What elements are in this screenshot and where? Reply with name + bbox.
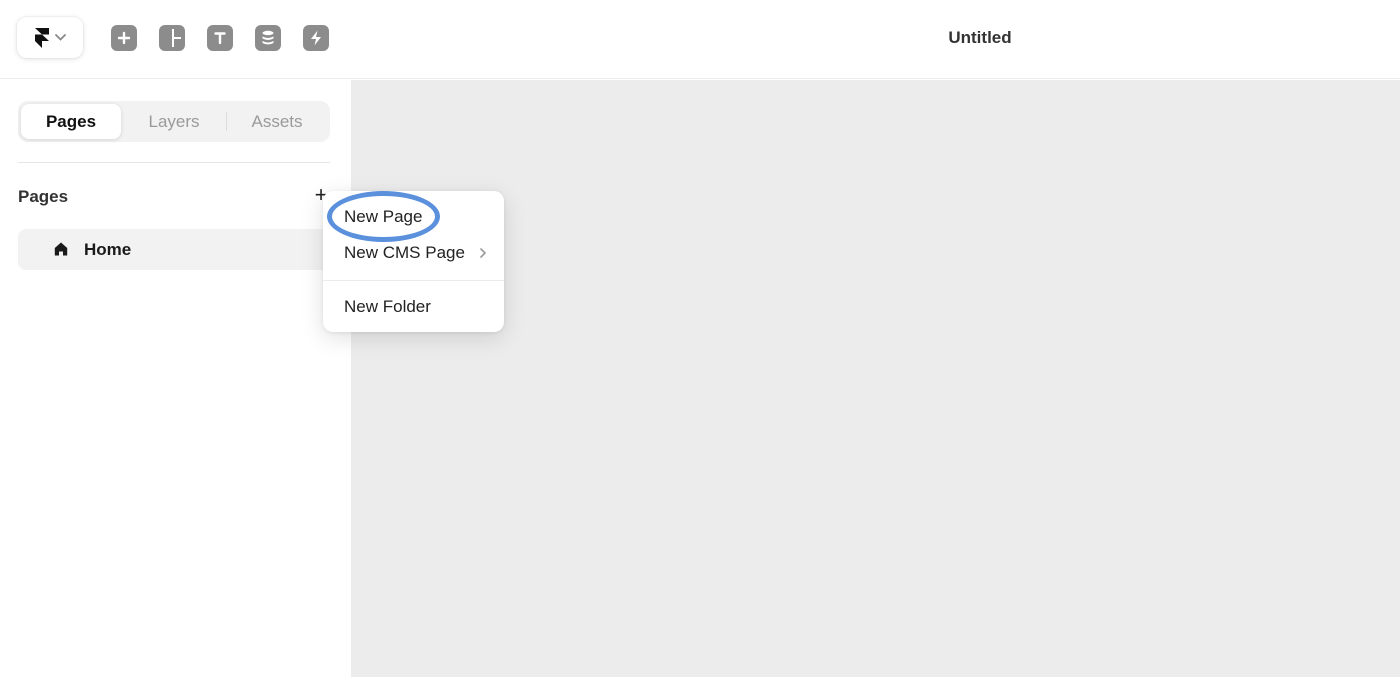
text-button[interactable] bbox=[207, 25, 233, 51]
add-page-context-menu: New Page New CMS Page New Folder bbox=[323, 191, 504, 332]
sidebar-divider bbox=[18, 162, 330, 163]
framer-logo-icon bbox=[34, 27, 49, 48]
page-item-home[interactable]: Home bbox=[18, 229, 330, 270]
document-title: Untitled bbox=[948, 28, 1012, 47]
pages-section-title: Pages bbox=[18, 187, 69, 206]
chevron-right-icon bbox=[480, 248, 487, 258]
insert-icon bbox=[117, 31, 131, 45]
menu-item-new-page[interactable]: New Page bbox=[344, 207, 422, 227]
layout-button[interactable] bbox=[159, 25, 185, 51]
cms-icon bbox=[262, 30, 274, 45]
menu-item-new-cms-page[interactable]: New CMS Page bbox=[344, 243, 465, 263]
project-menu-button[interactable] bbox=[17, 17, 83, 58]
interactions-button[interactable] bbox=[303, 25, 329, 51]
insert-button[interactable] bbox=[111, 25, 137, 51]
layout-icon bbox=[172, 29, 181, 47]
text-icon bbox=[214, 32, 226, 45]
tab-pages[interactable]: Pages bbox=[21, 104, 121, 139]
interactions-icon bbox=[311, 30, 321, 46]
menu-divider bbox=[323, 280, 504, 281]
design-canvas[interactable] bbox=[351, 80, 1400, 677]
chevron-down-icon bbox=[54, 34, 66, 41]
tab-layers[interactable]: Layers bbox=[123, 104, 225, 139]
sidebar-tab-switcher: Pages Layers Assets bbox=[18, 101, 330, 142]
page-item-label: Home bbox=[84, 240, 132, 259]
menu-item-new-folder[interactable]: New Folder bbox=[344, 297, 431, 317]
left-sidebar: Pages Layers Assets Pages + Home bbox=[0, 80, 351, 677]
home-icon bbox=[54, 242, 68, 256]
cms-button[interactable] bbox=[255, 25, 281, 51]
top-toolbar: Untitled bbox=[0, 0, 1400, 79]
tab-assets[interactable]: Assets bbox=[227, 104, 327, 139]
